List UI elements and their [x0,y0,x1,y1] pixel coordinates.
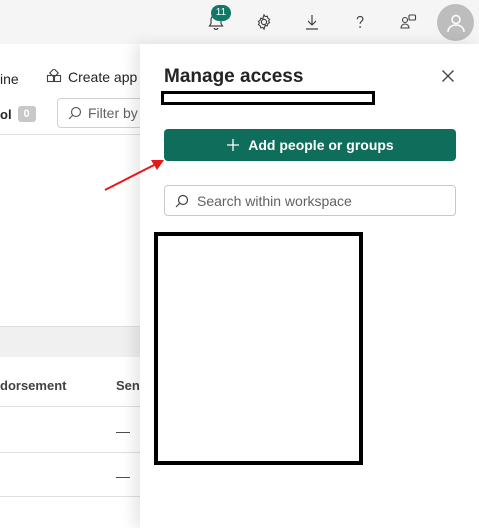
redacted-workspace-name [161,91,375,105]
avatar-icon [446,14,465,32]
download-button[interactable] [299,9,325,35]
top-bar: 11 [0,0,479,44]
feedback-button[interactable] [395,9,421,35]
search-icon [68,106,82,120]
table-cell-sensitivity: — [116,468,130,484]
help-icon [356,15,364,28]
close-icon [442,70,454,82]
partial-menu-item[interactable]: ine [0,71,19,87]
add-people-or-groups-button[interactable]: Add people or groups [164,129,456,161]
search-icon [175,194,189,207]
create-app-label: Create app [68,69,138,85]
search-placeholder: Search within workspace [197,192,352,209]
notification-count-badge: 11 [211,5,231,21]
table-row-divider [0,406,140,407]
column-header-sensitivity[interactable]: Sen [116,378,140,393]
close-button[interactable] [438,66,458,86]
add-people-label: Add people or groups [248,137,394,153]
redacted-member-list [154,232,363,465]
filter-placeholder: Filter by [88,105,138,121]
create-app-button[interactable]: Create app [46,69,137,85]
column-header-endorsement[interactable]: dorsement [0,378,66,393]
settings-button[interactable] [251,9,277,35]
feedback-icon [400,14,417,29]
download-icon [306,15,318,30]
filter-count-badge: 0 [17,106,36,122]
plus-icon [227,139,240,151]
manage-access-panel: Manage access Add people or groups Searc… [140,44,479,528]
workspace-background: ine Create app ol 0 Filter by dorsement … [0,44,157,528]
workspace-search-input[interactable]: Search within workspace [164,185,456,216]
partial-filter-chip[interactable]: ol 0 [0,106,36,122]
app-icon [46,69,62,83]
table-row-divider [0,452,140,453]
panel-title: Manage access [164,66,304,87]
table-cell-sensitivity: — [116,423,130,439]
gear-icon [257,13,271,31]
avatar[interactable] [437,4,474,41]
partial-filter-label: ol [0,106,12,122]
toolbar-divider [0,134,140,135]
help-button[interactable] [347,9,373,35]
table-row-divider [0,496,140,497]
section-band [0,326,140,357]
